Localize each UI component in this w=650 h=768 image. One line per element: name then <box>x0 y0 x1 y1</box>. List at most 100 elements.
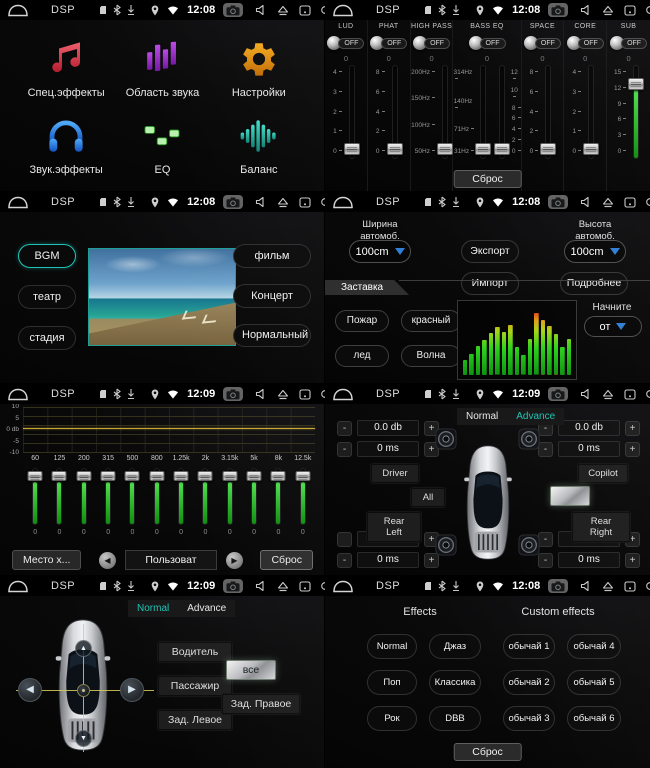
slider-handle[interactable] <box>52 471 67 481</box>
slider-handle[interactable] <box>28 471 43 481</box>
slider-handle[interactable] <box>125 471 140 481</box>
sound-mode-button[interactable]: BGM <box>18 244 76 268</box>
eq-band-slider[interactable] <box>174 468 188 525</box>
export-button[interactable]: Экспорт <box>461 240 519 263</box>
slider-handle[interactable] <box>475 143 491 155</box>
volume-icon[interactable] <box>580 388 592 400</box>
effect-button[interactable]: Normal <box>367 634 417 659</box>
vertical-slider[interactable] <box>496 65 507 159</box>
plus-button[interactable]: + <box>625 553 640 568</box>
plus-button[interactable]: + <box>625 421 640 436</box>
reset-button[interactable]: Сброс <box>453 743 522 761</box>
camera-icon[interactable] <box>223 579 243 593</box>
eq-band-slider[interactable] <box>271 468 285 525</box>
minus-button[interactable]: - <box>538 553 553 568</box>
slider-handle[interactable] <box>247 471 262 481</box>
slider-handle[interactable] <box>174 471 189 481</box>
slider-handle[interactable] <box>101 471 116 481</box>
home-icon[interactable] <box>7 4 29 17</box>
effect-button[interactable]: Классика <box>429 670 481 695</box>
eject-icon[interactable] <box>602 5 614 16</box>
eject-icon[interactable] <box>277 197 289 208</box>
custom-effect-button[interactable]: обычай 3 <box>503 706 555 731</box>
zone-driver-button[interactable]: Driver <box>371 464 419 483</box>
slider-handle[interactable] <box>271 471 286 481</box>
zone-rear-right-button[interactable]: Зад. Правое <box>222 694 300 714</box>
vertical-slider[interactable] <box>629 65 643 159</box>
left-arrow-button[interactable]: ◀ <box>18 678 42 702</box>
slider-handle[interactable] <box>540 143 556 155</box>
display-icon[interactable] <box>624 389 636 400</box>
sound-mode-button[interactable]: театр <box>18 285 76 309</box>
volume-icon[interactable] <box>255 388 267 400</box>
balance-tab[interactable]: Normal <box>457 408 507 425</box>
effect-button[interactable]: Поп <box>367 670 417 695</box>
dock-icon[interactable] <box>646 198 650 206</box>
camera-icon[interactable] <box>548 195 568 209</box>
display-icon[interactable] <box>624 197 636 208</box>
sound-mode-button[interactable]: Концерт <box>233 284 311 308</box>
custom-effect-button[interactable]: обычай 1 <box>503 634 555 659</box>
camera-icon[interactable] <box>548 579 568 593</box>
home-icon[interactable] <box>332 580 354 593</box>
import-button[interactable]: Импорт <box>461 272 519 295</box>
sound-mode-button[interactable]: стадия <box>18 326 76 350</box>
dock-icon[interactable] <box>646 6 650 14</box>
reset-button[interactable]: Сброс <box>260 550 313 570</box>
reset-button[interactable]: Сброс <box>453 170 522 188</box>
right-arrow-button[interactable]: ▶ <box>120 678 144 702</box>
eq-band-slider[interactable] <box>125 468 139 525</box>
zone-all-button[interactable]: все <box>226 660 276 680</box>
home-icon[interactable] <box>7 388 29 401</box>
slider-handle[interactable] <box>76 471 91 481</box>
slider-handle[interactable] <box>198 471 213 481</box>
vertical-slider[interactable] <box>541 65 555 159</box>
custom-effect-button[interactable]: обычай 5 <box>567 670 621 695</box>
eq-band-slider[interactable] <box>52 468 66 525</box>
details-button[interactable]: Подробнее <box>560 272 628 295</box>
effect-button[interactable]: Рок <box>367 706 417 731</box>
channel-toggle[interactable]: OFF <box>370 35 407 51</box>
slider-handle[interactable] <box>437 143 453 155</box>
volume-icon[interactable] <box>580 196 592 208</box>
vertical-slider[interactable] <box>438 65 452 159</box>
volume-icon[interactable] <box>255 580 267 592</box>
custom-effect-button[interactable]: обычай 4 <box>567 634 621 659</box>
down-arrow-button[interactable]: ▼ <box>75 730 92 747</box>
sound-mode-button[interactable]: Нормальный <box>233 324 311 347</box>
eq-band-slider[interactable] <box>77 468 91 525</box>
effect-button[interactable]: Джаз <box>429 634 481 659</box>
car-width-dropdown[interactable]: 100cm <box>349 240 411 263</box>
selected-zone-indicator[interactable] <box>550 486 590 506</box>
eq-band-slider[interactable] <box>247 468 261 525</box>
zone-copilot-button[interactable]: Copilot <box>578 464 628 483</box>
camera-icon[interactable] <box>548 3 568 17</box>
zone-rear-right-button[interactable]: Rear Right <box>572 512 630 542</box>
start-from-dropdown[interactable]: от <box>584 316 642 337</box>
eq-band-slider[interactable] <box>296 468 310 525</box>
custom-effect-button[interactable]: обычай 6 <box>567 706 621 731</box>
volume-icon[interactable] <box>255 196 267 208</box>
home-icon[interactable] <box>332 388 354 401</box>
dock-icon[interactable] <box>646 582 650 590</box>
slider-handle[interactable] <box>149 471 164 481</box>
menu-item-settings[interactable]: Настройки <box>232 38 286 99</box>
menu-item-balance[interactable]: Баланс <box>238 115 280 176</box>
screensaver-mode-button[interactable]: Волна <box>401 345 461 367</box>
eject-icon[interactable] <box>277 5 289 16</box>
screensaver-mode-button[interactable]: красный <box>401 310 461 332</box>
display-icon[interactable] <box>299 581 311 592</box>
slider-handle[interactable] <box>583 143 599 155</box>
eject-icon[interactable] <box>602 581 614 592</box>
volume-icon[interactable] <box>580 4 592 16</box>
eject-icon[interactable] <box>277 389 289 400</box>
channel-toggle[interactable]: OFF <box>413 35 450 51</box>
slider-handle[interactable] <box>628 78 644 90</box>
car-height-dropdown[interactable]: 100cm <box>564 240 626 263</box>
minus-button[interactable]: - <box>337 553 352 568</box>
eq-band-slider[interactable] <box>28 468 42 525</box>
home-icon[interactable] <box>332 196 354 209</box>
channel-toggle[interactable]: OFF <box>610 35 647 51</box>
camera-icon[interactable] <box>223 3 243 17</box>
zone-rear-left-button[interactable]: Зад. Левое <box>158 710 232 730</box>
